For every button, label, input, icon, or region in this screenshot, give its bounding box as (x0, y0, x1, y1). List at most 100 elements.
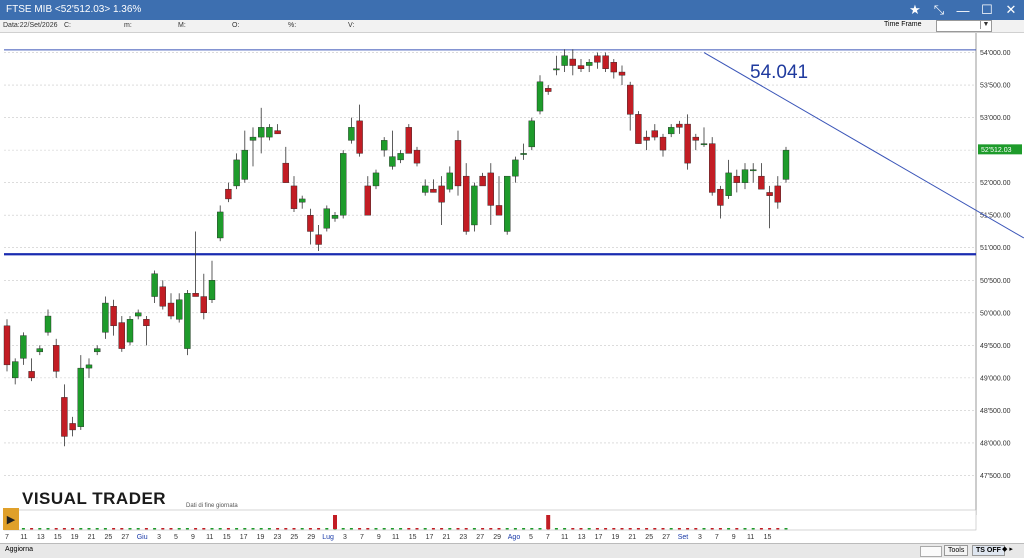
volume-bar (128, 528, 132, 530)
favorite-icon[interactable]: ★ (906, 1, 924, 19)
volume-bar (317, 528, 321, 530)
x-tick-label: 13 (578, 534, 586, 541)
volume-bar (284, 528, 288, 530)
price-chart[interactable]: 54'000.0053'500.0053'000.0052'500.0052'0… (0, 33, 1024, 543)
info-bar: Data:22/Set/2026 C: m: M: O: %: V: Time … (0, 20, 1024, 33)
x-tick-label: 25 (290, 534, 298, 541)
x-tick-label: 19 (257, 534, 265, 541)
x-tick-label: 3 (343, 534, 347, 541)
volume-bar (768, 528, 772, 530)
candle-body (471, 185, 478, 226)
y-tick-label: 50'500.00 (980, 278, 1011, 285)
volume-bar (235, 528, 239, 530)
candle-body (216, 211, 224, 239)
volume-bar (161, 528, 165, 530)
y-tick-label: 53'000.00 (980, 115, 1011, 122)
x-tick-label: 5 (529, 534, 533, 541)
volume-bar (718, 528, 722, 530)
volume-bar (71, 528, 75, 530)
volume-bar (710, 528, 714, 530)
bottom-bar: Aggiorna Tools TS OFF ◆ ▸ (0, 543, 1024, 558)
candle-body (225, 188, 232, 200)
y-tick-label: 51'500.00 (980, 213, 1011, 220)
candle-body (348, 127, 355, 141)
candle-body (151, 273, 158, 297)
candle-body (463, 175, 470, 232)
volume-bar (702, 528, 706, 530)
horizontal-scrollbar[interactable] (920, 546, 942, 557)
y-tick-label: 53'500.00 (980, 83, 1011, 90)
x-tick-label: 27 (121, 534, 129, 541)
x-tick-label: Lug (322, 534, 334, 541)
x-tick-label: 3 (157, 534, 161, 541)
volume-bar (382, 528, 386, 530)
time-frame-dropdown-icon[interactable]: ▼ (980, 21, 991, 29)
x-tick-label: 9 (377, 534, 381, 541)
volume-bar (727, 528, 731, 530)
x-tick-label: 11 (20, 534, 27, 541)
last-price-label: 52'512.03 (981, 147, 1012, 154)
candle-body (635, 114, 642, 144)
volume-bar (218, 528, 222, 530)
candle-body (422, 185, 429, 193)
refresh-button[interactable]: Aggiorna (5, 546, 33, 553)
ts-off-button[interactable]: TS OFF (972, 545, 1005, 556)
volume-bar (595, 528, 599, 530)
candle-body (167, 302, 175, 317)
volume-bar (349, 528, 353, 530)
volume-bar (390, 528, 394, 530)
x-tick-label: Ago (508, 534, 521, 541)
candle-body (668, 127, 675, 135)
x-tick-label: 27 (476, 534, 484, 541)
close-icon[interactable]: ✕ (1002, 1, 1020, 19)
resistance-annotation: 54.041 (750, 62, 809, 83)
maximize-icon[interactable]: ☐ (978, 1, 996, 19)
candle-body (241, 149, 249, 180)
candle-body (586, 62, 593, 66)
levels (4, 49, 1024, 256)
volume-bar (79, 528, 83, 530)
candle-body (290, 185, 298, 209)
minimize-icon[interactable]: — (954, 1, 972, 19)
x-tick-label: 17 (426, 534, 434, 541)
volume-bar (87, 528, 91, 530)
candle-body (577, 65, 585, 69)
volume-bar (686, 528, 690, 530)
candle-body (454, 140, 462, 187)
y-tick-label: 54'000.00 (980, 50, 1011, 57)
min-value-label: m: (124, 22, 132, 29)
volume-bar (694, 528, 698, 530)
candle-body (184, 293, 191, 349)
x-tick-label: 15 (764, 534, 772, 541)
candle-body (618, 71, 626, 76)
candle-body (487, 172, 494, 206)
x-tick-label: 19 (612, 534, 620, 541)
volume-bar (112, 528, 116, 530)
volume-bar (612, 528, 616, 530)
volume-panel (3, 509, 977, 531)
resize-icon[interactable]: ⤡ (930, 1, 948, 19)
nav-arrows-icon[interactable]: ◆ ▸ (1002, 545, 1013, 553)
candle-body (717, 188, 724, 206)
volume-bar (743, 528, 747, 530)
x-tick-label: 27 (662, 534, 670, 541)
time-frame-label: Time Frame (884, 21, 922, 28)
volume-bar (276, 528, 280, 530)
x-tick-label: 7 (715, 534, 719, 541)
play-button[interactable]: ▶ (3, 508, 19, 530)
volume-bar (481, 528, 485, 530)
candle-body (495, 205, 503, 216)
candle-body (700, 143, 708, 146)
candle-body (684, 123, 691, 164)
candle-body (405, 127, 412, 154)
candle-body (233, 159, 240, 187)
volume-spike (333, 515, 337, 529)
candle-body (102, 302, 109, 333)
x-tick-label: 15 (409, 534, 417, 541)
volume-bar (46, 528, 50, 530)
candle-body (536, 81, 544, 112)
volume-bar (530, 528, 534, 530)
tools-button[interactable]: Tools (944, 545, 969, 556)
volume-bar (341, 528, 345, 530)
open-value-label: O: (232, 22, 240, 29)
